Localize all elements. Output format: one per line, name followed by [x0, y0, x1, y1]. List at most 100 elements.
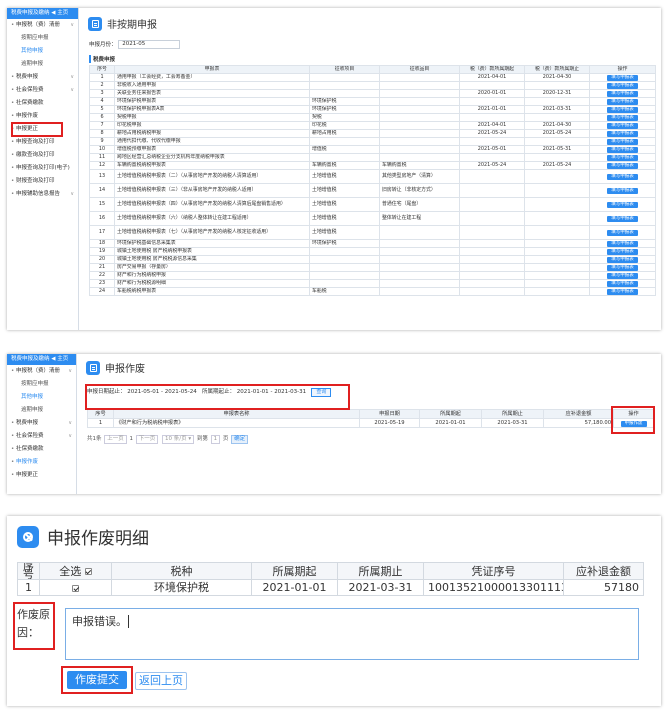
- sidebar-item[interactable]: • 申报作废: [7, 110, 78, 123]
- row-checkbox[interactable]: [72, 584, 79, 592]
- table-cell: [309, 278, 380, 288]
- back-arrow-icon[interactable]: ◀: [51, 10, 55, 16]
- sidebar-item[interactable]: • 申报作废: [7, 456, 76, 469]
- sidebar-item[interactable]: • 申报更正: [7, 123, 78, 136]
- table-cell: [309, 72, 380, 82]
- table-row: 3 关联业务往来报告表 2020-01-01 2020-12-31 填写申报表: [89, 88, 656, 98]
- table-cell: 填写申报表: [589, 104, 656, 114]
- table-cell: 土地增值税: [309, 224, 380, 240]
- fill-form-button[interactable]: 填写申报表: [607, 288, 638, 295]
- table-cell: [459, 210, 525, 226]
- table-row: 24 车船税纳税申报表 车船税 填写申报表: [89, 286, 656, 296]
- period-from[interactable]: 2021-01-01: [237, 389, 269, 395]
- page-size-select[interactable]: 10 条/页 ▾: [162, 435, 195, 444]
- table-cell: 填写申报表: [589, 246, 656, 256]
- sidebar-item[interactable]: • 申报查询及打印: [7, 136, 78, 149]
- goto-page-input[interactable]: 1: [210, 435, 221, 444]
- screenshot-void-detail: 申报作废明细 序号 全选 税种 所属期起 所属期止 凭证序号 应补退金额 1 环…: [7, 516, 661, 706]
- table-row: 5 环境保护税申报表A表 环境保护税 2021-01-01 2021-03-31 填写申报…: [89, 104, 656, 114]
- table-cell: 土地增值税: [309, 196, 380, 212]
- fill-form-button[interactable]: 填写申报表: [607, 130, 638, 137]
- fill-form-button[interactable]: 填写申报表: [607, 201, 638, 208]
- fill-form-button[interactable]: 填写申报表: [607, 74, 638, 81]
- fill-form-button[interactable]: 填写申报表: [607, 264, 638, 271]
- fill-form-button[interactable]: 填写申报表: [607, 90, 638, 97]
- fill-form-button[interactable]: 填写申报表: [607, 173, 638, 180]
- sidebar-item[interactable]: 其他申报: [7, 45, 78, 58]
- pagination: 共1条 上一页 1 下一页 10 条/页 ▾ 到第 1 页 确定: [87, 434, 249, 444]
- table-cell: 填写申报表: [589, 112, 656, 122]
- sidebar-item[interactable]: • 社保费缴款: [7, 443, 76, 456]
- sidebar-item[interactable]: • 财报查询及打印: [7, 175, 78, 188]
- goto-confirm-button[interactable]: 确定: [231, 435, 249, 444]
- fill-form-button[interactable]: 填写申报表: [607, 229, 638, 236]
- reason-textarea[interactable]: 申报错误。: [65, 608, 639, 660]
- table-row: 16 土地增值税纳税申报表（六）（纳税人整体转让在建工程适用） 土地增值税 整体转让在…: [89, 210, 656, 226]
- sidebar-item[interactable]: • 缴款查询及打印: [7, 149, 78, 162]
- table-cell: [459, 112, 525, 122]
- table-cell: [309, 88, 380, 98]
- fill-form-button[interactable]: 填写申报表: [607, 240, 638, 247]
- table-cell: 《财产和行为税纳税申报表》: [113, 418, 360, 428]
- sidebar-item-label: 逾期申报: [21, 61, 44, 67]
- sidebar-item[interactable]: • 社保费缴款: [7, 97, 78, 110]
- declare-date-from[interactable]: 2021-05-01: [127, 389, 159, 395]
- sidebar-item[interactable]: 其他申报: [7, 391, 76, 404]
- fill-form-button[interactable]: 填写申报表: [607, 215, 638, 222]
- back-arrow-icon[interactable]: ◀: [51, 356, 55, 362]
- fill-form-button[interactable]: 填写申报表: [607, 248, 638, 255]
- fill-form-button[interactable]: 填写申报表: [607, 256, 638, 263]
- fill-form-button[interactable]: 填写申报表: [607, 138, 638, 145]
- void-submit-button[interactable]: 作废提交: [67, 671, 127, 689]
- sidebar-item-label: 申报查询及打印: [16, 139, 55, 145]
- table-cell: 13: [89, 168, 115, 184]
- sidebar-item[interactable]: • 社会保险费 ∨: [7, 430, 76, 443]
- sidebar-item[interactable]: • 税费申报 ∨: [7, 71, 78, 84]
- sidebar-item[interactable]: • 社会保险费 ∨: [7, 84, 78, 97]
- period-input[interactable]: 2021-05: [118, 40, 181, 49]
- sidebar-title: 税费申报及缴纳 ◀ 主页: [7, 8, 78, 19]
- table-cell: [379, 112, 460, 122]
- prev-page-button[interactable]: 上一页: [104, 435, 127, 444]
- table-cell: 填写申报表: [589, 128, 656, 138]
- fill-form-button[interactable]: 填写申报表: [607, 154, 638, 161]
- fill-form-button[interactable]: 填写申报表: [607, 98, 638, 105]
- sidebar-item[interactable]: • 申报辅助信息报告 ∨: [7, 188, 78, 201]
- fill-form-button[interactable]: 填写申报表: [607, 187, 638, 194]
- fill-form-button[interactable]: 填写申报表: [607, 114, 638, 121]
- table-cell: [379, 120, 460, 130]
- sidebar-item[interactable]: • 申报查询及打印(电子): [7, 162, 78, 175]
- sidebar-item[interactable]: • 申报税（费）清册 ∨: [7, 365, 76, 378]
- fill-form-button[interactable]: 填写申报表: [607, 106, 638, 113]
- fill-form-button[interactable]: 填写申报表: [607, 82, 638, 89]
- table-cell: 2021-04-01: [459, 120, 525, 130]
- sidebar-item[interactable]: 逾期申报: [7, 404, 76, 417]
- sidebar-item[interactable]: 按期应申报: [7, 32, 78, 45]
- fill-form-button[interactable]: 填写申报表: [607, 146, 638, 153]
- fill-form-button[interactable]: 填写申报表: [607, 280, 638, 287]
- table-cell: 2021-03-31: [524, 104, 590, 114]
- table-cell: 9: [89, 136, 115, 146]
- back-button[interactable]: 返回上页: [135, 672, 187, 690]
- table-row: 1 通用申报（工会经费，工会筹备金） 2021-04-01 2021-04-30 填写申…: [89, 72, 656, 82]
- declare-date-to[interactable]: 2021-05-24: [165, 389, 197, 395]
- fill-form-button[interactable]: 填写申报表: [607, 272, 638, 279]
- next-page-button[interactable]: 下一页: [135, 435, 159, 444]
- fill-form-button[interactable]: 填写申报表: [607, 122, 638, 129]
- table-cell: 土地增值税: [309, 210, 380, 226]
- table-cell: [379, 270, 460, 280]
- sidebar-item-label: 财报查询及打印: [16, 178, 55, 184]
- search-button[interactable]: 查询: [311, 388, 332, 397]
- select-all-checkbox[interactable]: [84, 568, 92, 575]
- col-select-all[interactable]: 全选: [39, 562, 112, 580]
- period-to[interactable]: 2021-03-31: [274, 389, 306, 395]
- sidebar-item[interactable]: 按期应申报: [7, 378, 76, 391]
- sidebar-item-label: 社会保险费: [16, 433, 44, 439]
- sidebar-item[interactable]: • 申报税（费）清册 ∨: [7, 19, 78, 32]
- sidebar-item[interactable]: • 税费申报 ∨: [7, 417, 76, 430]
- sidebar-item[interactable]: 逾期申报: [7, 58, 78, 71]
- void-declaration-button[interactable]: 申报作废: [620, 421, 647, 427]
- fill-form-button[interactable]: 填写申报表: [607, 162, 638, 169]
- sidebar-item[interactable]: • 申报更正: [7, 469, 76, 482]
- table-row: 10 增值税预缴申报表 增值税 2021-05-01 2021-05-31 填写申报表: [89, 144, 656, 154]
